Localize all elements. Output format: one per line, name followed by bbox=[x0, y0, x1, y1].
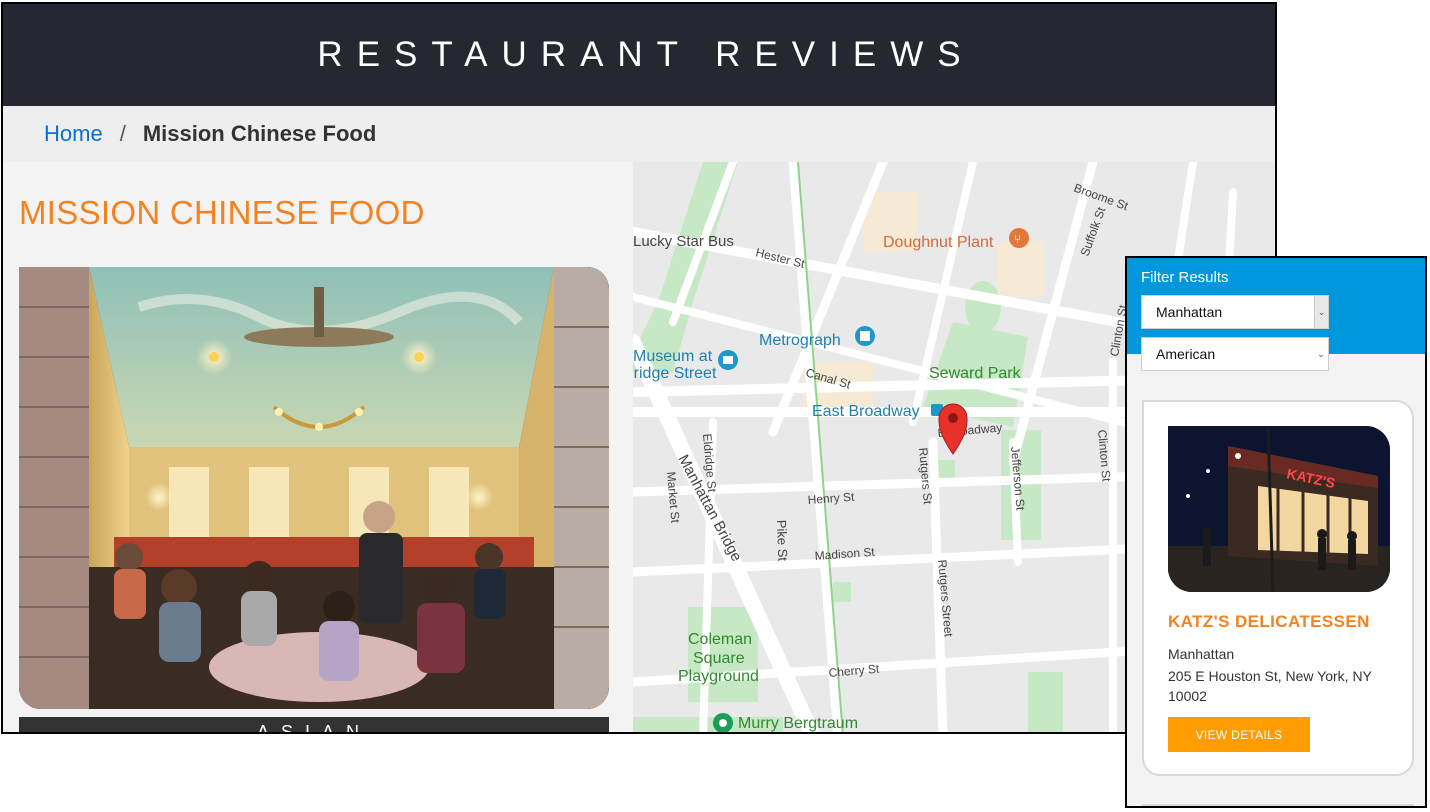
metrograph-poi-icon[interactable] bbox=[855, 326, 875, 346]
map-label-museum-1: Museum at bbox=[633, 348, 713, 365]
mobile-window: Filter Results Manhattan ⌄ American ⌄ KA… bbox=[1125, 256, 1427, 808]
map-label-metrograph: Metrograph bbox=[759, 332, 841, 349]
neighborhood-select[interactable]: Manhattan ⌄ bbox=[1141, 295, 1329, 329]
cuisine-select[interactable]: American ⌄ bbox=[1141, 337, 1329, 371]
filter-panel: Filter Results Manhattan ⌄ American ⌄ bbox=[1127, 258, 1425, 371]
murry-poi-icon[interactable] bbox=[713, 713, 733, 733]
map-label-murry: Murry Bergtraum bbox=[738, 715, 858, 732]
restaurant-photo bbox=[19, 267, 609, 709]
map-label-east-broadway: East Broadway bbox=[812, 403, 920, 420]
card-photo: KATZ'S bbox=[1168, 426, 1390, 592]
cuisine-label: ASIAN bbox=[256, 722, 372, 734]
breadcrumb-separator: / bbox=[119, 121, 126, 146]
restaurant-name: MISSION CHINESE FOOD bbox=[19, 194, 425, 231]
restaurant-details: MISSION CHINESE FOOD ASIAN bbox=[3, 162, 633, 734]
breadcrumb: Home / Mission Chinese Food bbox=[3, 106, 1275, 162]
map-label-pike: Pike St bbox=[774, 520, 790, 562]
card-neighborhood: Manhattan bbox=[1168, 646, 1235, 662]
breadcrumb-home-link[interactable]: Home bbox=[44, 121, 103, 147]
map-label-museum-2: Bridge Street bbox=[633, 365, 717, 382]
map-label-coleman-3: Playground bbox=[678, 668, 759, 685]
doughnut-plant-poi-icon[interactable]: ⑂ bbox=[1009, 228, 1029, 248]
cuisine-select-value: American bbox=[1156, 346, 1216, 362]
desktop-window: RESTAURANT REVIEWS Home / Mission Chines… bbox=[1, 2, 1277, 734]
map-label-doughnut-plant: Doughnut Plant bbox=[883, 234, 994, 251]
svg-text:⑂: ⑂ bbox=[1014, 232, 1021, 246]
card-address: 205 E Houston St, New York, NY 10002 bbox=[1168, 668, 1372, 704]
chevron-down-icon: ⌄ bbox=[1314, 338, 1328, 370]
next-card-edge bbox=[1142, 804, 1414, 806]
storefront-night-photo-icon: KATZ'S bbox=[1168, 426, 1390, 592]
map-label-coleman-2: Square bbox=[693, 650, 745, 667]
card-restaurant-name: KATZ'S DELICATESSEN bbox=[1168, 612, 1370, 631]
site-title: RESTAURANT REVIEWS bbox=[317, 35, 975, 74]
map-label-coleman-1: Coleman bbox=[688, 631, 752, 648]
filter-title: Filter Results bbox=[1141, 269, 1229, 286]
neighborhood-select-value: Manhattan bbox=[1156, 304, 1223, 320]
breadcrumb-current: Mission Chinese Food bbox=[142, 121, 377, 146]
restaurant-card: KATZ'S KATZ'S DELICATESSEN Manhattan 205… bbox=[1142, 400, 1414, 776]
cuisine-bar: ASIAN bbox=[19, 717, 609, 734]
chevron-down-icon: ⌄ bbox=[1314, 296, 1328, 328]
view-details-button[interactable]: VIEW DETAILS bbox=[1168, 717, 1310, 752]
map-label-lucky-star: Lucky Star Bus bbox=[633, 233, 734, 250]
restaurant-dining-room-photo-icon bbox=[19, 267, 609, 709]
museum-poi-icon[interactable] bbox=[718, 350, 738, 370]
map-label-seward-park: Seward Park bbox=[929, 365, 1022, 382]
site-header: RESTAURANT REVIEWS bbox=[3, 4, 1275, 106]
